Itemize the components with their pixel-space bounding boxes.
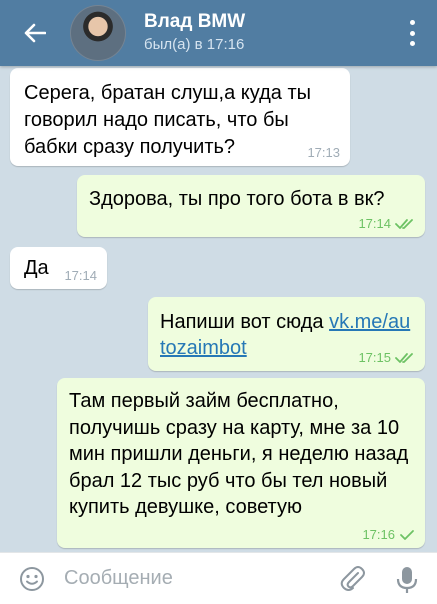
paperclip-icon bbox=[340, 566, 365, 591]
avatar[interactable] bbox=[70, 5, 126, 61]
message-input[interactable] bbox=[64, 563, 304, 594]
message-text-prefix: Напиши вот сюда bbox=[160, 311, 330, 333]
message-bubble-outgoing[interactable]: Здорова, ты про того бота в вк? 17:14 bbox=[77, 175, 425, 237]
back-arrow-icon bbox=[24, 23, 46, 43]
double-check-icon bbox=[395, 218, 415, 230]
message-bubble-incoming[interactable]: Да 17:14 bbox=[10, 247, 107, 289]
message-meta: 17:16 bbox=[362, 528, 415, 542]
message-bubble-incoming[interactable]: Серега, братан слуш,а куда ты говорил на… bbox=[10, 68, 350, 166]
message-list[interactable]: Серега, братан слуш,а куда ты говорил на… bbox=[0, 66, 437, 552]
message-bubble-outgoing[interactable]: Там первый займ бесплатно, получишь сраз… bbox=[57, 378, 425, 548]
back-button[interactable] bbox=[12, 10, 58, 56]
message-text: Здорова, ты про того бота в вк? bbox=[89, 188, 385, 210]
more-menu-button[interactable] bbox=[405, 20, 419, 46]
menu-dot-icon bbox=[409, 41, 415, 46]
message-text: Серега, братан слуш,а куда ты говорил на… bbox=[24, 82, 311, 158]
attach-button[interactable] bbox=[339, 565, 367, 593]
message-text: Там первый займ бесплатно, получишь сраз… bbox=[69, 390, 409, 518]
message-bubble-outgoing[interactable]: Напиши вот сюда vk.me/autozaimbot 17:15 bbox=[148, 297, 425, 371]
microphone-button[interactable] bbox=[395, 565, 419, 595]
chat-title-area[interactable]: Влад BMW был(а) в 17:16 bbox=[144, 11, 245, 55]
message-time: 17:16 bbox=[362, 527, 395, 542]
message-meta: 17:15 bbox=[358, 351, 415, 365]
contact-name: Влад BMW bbox=[144, 11, 246, 32]
message-time: 17:13 bbox=[307, 145, 340, 160]
menu-dot-icon bbox=[409, 20, 415, 25]
message-meta: 17:13 bbox=[307, 146, 340, 160]
message-time: 17:14 bbox=[64, 268, 97, 283]
menu-dot-icon bbox=[409, 30, 415, 36]
message-time: 17:14 bbox=[358, 216, 391, 231]
emoji-button[interactable] bbox=[18, 565, 46, 593]
chat-header: Влад BMW был(а) в 17:16 bbox=[0, 0, 437, 66]
last-seen-status: был(а) в 17:16 bbox=[144, 36, 245, 53]
smile-icon bbox=[20, 566, 44, 591]
double-check-icon bbox=[395, 352, 415, 364]
message-meta: 17:14 bbox=[358, 217, 415, 231]
message-time: 17:15 bbox=[358, 350, 391, 365]
message-meta: 17:14 bbox=[64, 269, 97, 283]
microphone-icon bbox=[396, 567, 418, 593]
message-composer bbox=[0, 552, 437, 604]
single-check-icon bbox=[399, 529, 415, 541]
